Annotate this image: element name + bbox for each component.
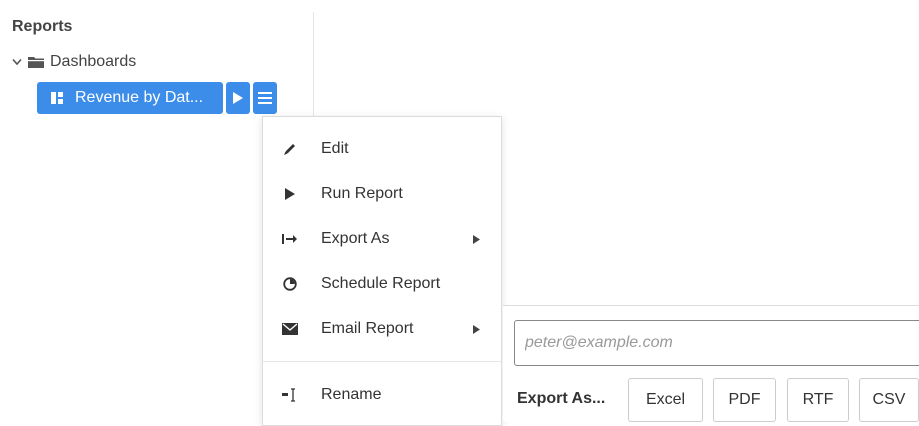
text-cursor-icon <box>281 386 299 404</box>
tree-folder-dashboards[interactable]: Dashboards <box>12 52 136 72</box>
envelope-icon <box>281 320 299 338</box>
menu-item-label: Schedule Report <box>321 275 441 292</box>
menu-item-label: Run Report <box>321 185 403 202</box>
run-report-button[interactable] <box>226 82 250 114</box>
menu-item-export-as[interactable]: Export As <box>263 219 501 259</box>
hamburger-icon <box>258 92 272 104</box>
format-button-excel[interactable]: Excel <box>628 378 703 422</box>
format-button-rtf[interactable]: RTF <box>787 378 849 422</box>
menu-separator <box>263 361 501 362</box>
format-button-pdf[interactable]: PDF <box>713 378 776 422</box>
menu-item-run-report[interactable]: Run Report <box>263 174 501 214</box>
submenu-arrow-icon <box>473 234 481 244</box>
menu-item-label: Email Report <box>321 320 414 337</box>
menu-item-rename[interactable]: Rename <box>263 375 501 415</box>
submenu-arrow-icon <box>473 324 481 334</box>
menu-item-schedule-report[interactable]: Schedule Report <box>263 264 501 304</box>
chevron-down-icon[interactable] <box>12 58 26 66</box>
email-field[interactable] <box>514 320 919 366</box>
tree-title: Reports <box>12 18 73 35</box>
menu-item-label: Edit <box>321 140 349 157</box>
email-report-panel: Export As... Excel PDF RTF CSV <box>503 305 919 422</box>
play-icon <box>281 185 299 203</box>
tree-folder-label: Dashboards <box>50 53 137 70</box>
menu-item-label: Export As <box>321 230 390 247</box>
menu-item-edit[interactable]: Edit <box>263 129 501 169</box>
export-as-label: Export As... <box>517 390 606 407</box>
selected-report-row: Revenue by Dat... <box>37 82 277 114</box>
clock-icon <box>281 275 299 293</box>
folder-icon <box>28 56 48 68</box>
format-button-csv[interactable]: CSV <box>859 378 919 422</box>
report-menu-button[interactable] <box>253 82 277 114</box>
report-item-label: Revenue by Dat... <box>75 89 204 106</box>
pane-divider <box>313 12 314 124</box>
report-item-revenue[interactable]: Revenue by Dat... <box>37 82 223 114</box>
export-arrow-icon <box>281 230 299 248</box>
dashboard-grid-icon <box>51 92 67 104</box>
pencil-icon <box>281 140 299 158</box>
menu-item-email-report[interactable]: Email Report <box>263 309 501 349</box>
play-icon <box>232 91 244 105</box>
menu-item-label: Rename <box>321 386 382 403</box>
report-context-menu: Edit Run Report Export As Schedule Repor… <box>262 116 502 426</box>
